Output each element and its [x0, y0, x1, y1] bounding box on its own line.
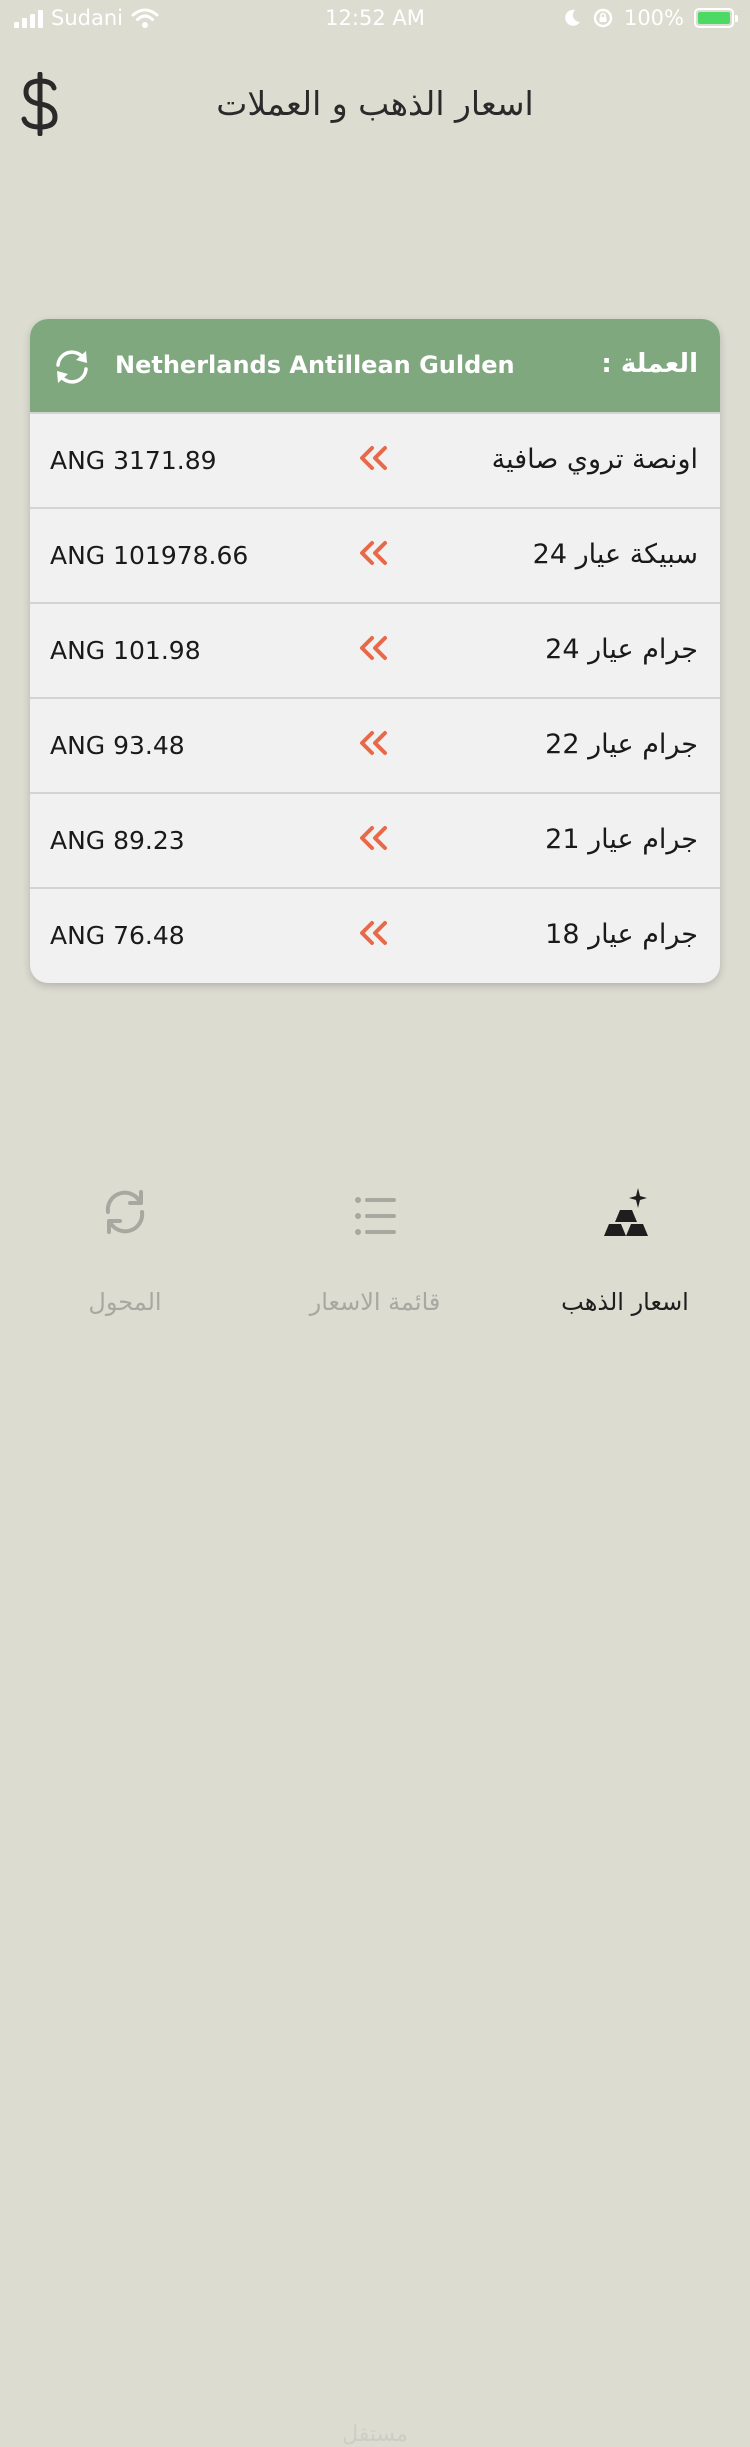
watermark-logo: مستقل [342, 2422, 408, 2447]
price-value: ANG 76.48 [50, 921, 185, 950]
tab-converter-label: المحول [88, 1288, 162, 1316]
tab-price-list-label: قائمة الاسعار [309, 1288, 441, 1316]
page-title: اسعار الذهب و العملات [216, 84, 534, 123]
price-value: ANG 101978.66 [50, 541, 249, 570]
tab-converter[interactable]: المحول [0, 1160, 250, 1334]
price-label: جرام عيار 18 [545, 919, 698, 950]
list-icon [355, 1197, 396, 1235]
double-chevron-left-icon [360, 446, 387, 470]
price-value: ANG 93.48 [50, 731, 185, 760]
battery-percent: 100% [623, 6, 684, 30]
price-row: ANG 101.98 جرام عيار 24 [30, 602, 720, 697]
card-header: Netherlands Antillean Gulden العملة : [30, 319, 720, 412]
gold-bars-icon [604, 1188, 648, 1236]
currency-label: العملة : [601, 349, 698, 379]
double-chevron-left-icon [360, 921, 387, 945]
tab-bar: المحول قائمة الاسعار اسعار الذهب مستقل [0, 1160, 750, 2447]
refresh-icon[interactable] [52, 347, 92, 387]
tab-price-list[interactable]: قائمة الاسعار [250, 1160, 500, 1334]
price-row: ANG 101978.66 سبيكة عيار 24 [30, 507, 720, 602]
price-value: ANG 89.23 [50, 826, 185, 855]
double-chevron-left-icon [360, 731, 387, 755]
double-chevron-left-icon [360, 541, 387, 565]
status-right: 100% [562, 6, 738, 30]
price-row: ANG 3171.89 اونصة تروي صافية [30, 412, 720, 507]
header: اسعار الذهب و العملات [0, 60, 750, 150]
price-value: ANG 101.98 [50, 636, 201, 665]
double-chevron-left-icon [360, 636, 387, 660]
price-row: ANG 76.48 جرام عيار 18 [30, 887, 720, 982]
price-label: سبيكة عيار 24 [532, 539, 698, 570]
price-label: جرام عيار 21 [545, 824, 698, 855]
price-label: اونصة تروي صافية [491, 444, 698, 475]
tab-gold-prices[interactable]: اسعار الذهب [500, 1160, 750, 1334]
price-label: جرام عيار 24 [545, 634, 698, 665]
battery-icon [694, 8, 738, 28]
price-row: ANG 89.23 جرام عيار 21 [30, 792, 720, 887]
rotation-lock-icon [593, 8, 613, 28]
price-card: Netherlands Antillean Gulden العملة : AN… [30, 319, 720, 983]
sync-icon [105, 1190, 145, 1234]
price-row: ANG 93.48 جرام عيار 22 [30, 697, 720, 792]
status-bar: Sudani 12:52 AM 100% [0, 0, 750, 40]
currency-name[interactable]: Netherlands Antillean Gulden [115, 351, 515, 379]
price-label: جرام عيار 22 [545, 729, 698, 760]
moon-icon [565, 9, 580, 26]
double-chevron-left-icon [360, 826, 387, 850]
tab-gold-prices-label: اسعار الذهب [561, 1288, 689, 1316]
price-value: ANG 3171.89 [50, 446, 217, 475]
